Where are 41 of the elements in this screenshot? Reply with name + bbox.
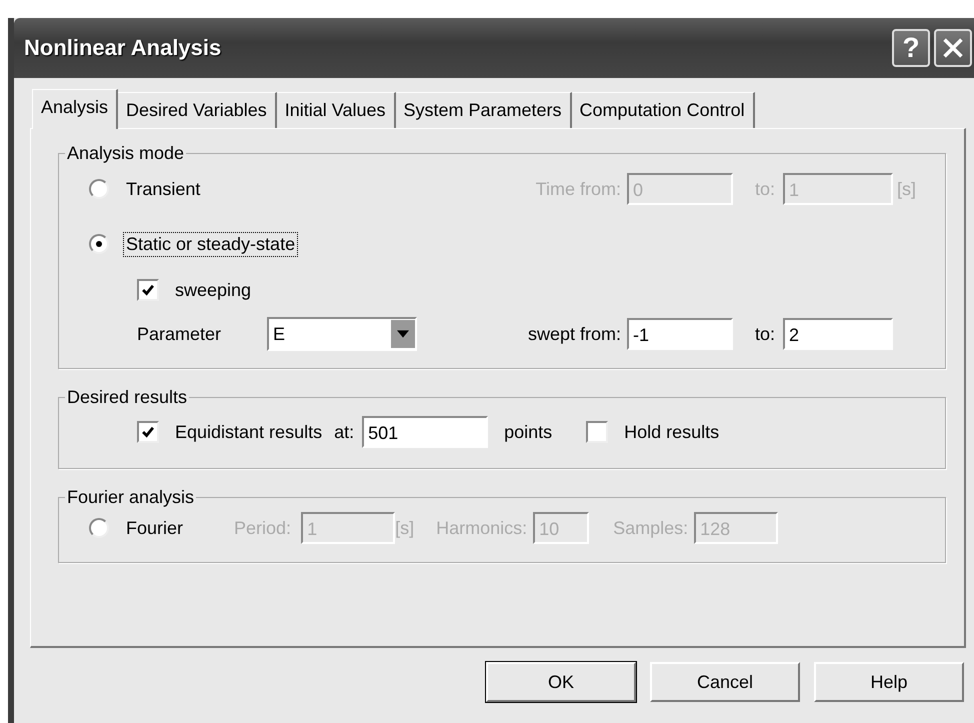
close-icon [941,36,965,60]
checkbox[interactable] [137,421,159,443]
checkbox[interactable] [586,421,608,443]
checkbox-label[interactable]: Equidistant results [175,422,322,442]
group-title: Fourier analysis [66,487,196,508]
radio-button[interactable] [89,234,109,254]
help-button[interactable]: ? [892,29,930,67]
unit-label: [s] [395,518,414,538]
input-field[interactable]: -1 [626,318,733,350]
dialog-button[interactable]: OK [486,662,636,702]
dialog-button[interactable]: Help [814,662,964,702]
group-title: Desired results [66,387,188,408]
dropdown[interactable]: E [267,317,417,351]
tab[interactable]: Computation Control [572,92,755,128]
field-label: Harmonics: [436,518,528,538]
field-label: points [504,422,552,442]
field-label: swept from: [528,324,621,344]
check-icon [141,425,155,439]
field-label: Period: [234,518,292,538]
field-label: Parameter [137,324,222,344]
field-label: to: [754,178,775,200]
tab[interactable]: Initial Values [276,92,396,128]
tab[interactable]: Analysis [32,89,118,129]
close-button[interactable] [934,29,972,67]
checkbox[interactable] [137,279,159,301]
input-field[interactable]: 501 [362,416,488,448]
tab[interactable]: Desired Variables [118,92,277,128]
checkbox-label[interactable]: sweeping [175,280,252,300]
field-label: to: [754,324,775,344]
unit-label: [s] [897,178,918,200]
field-label: at: [334,422,354,442]
radio-label[interactable]: Static or steady-state [123,232,298,256]
field-label: Time from: [536,178,621,200]
field-label: Samples: [613,518,688,538]
group-title: Analysis mode [66,143,186,164]
tab[interactable]: System Parameters [396,92,572,128]
dialog-button[interactable]: Cancel [650,662,800,702]
input-field[interactable]: 2 [783,318,893,350]
check-icon [141,283,155,297]
checkbox-label[interactable]: Hold results [624,422,720,442]
window-title: Nonlinear Analysis [24,35,222,61]
